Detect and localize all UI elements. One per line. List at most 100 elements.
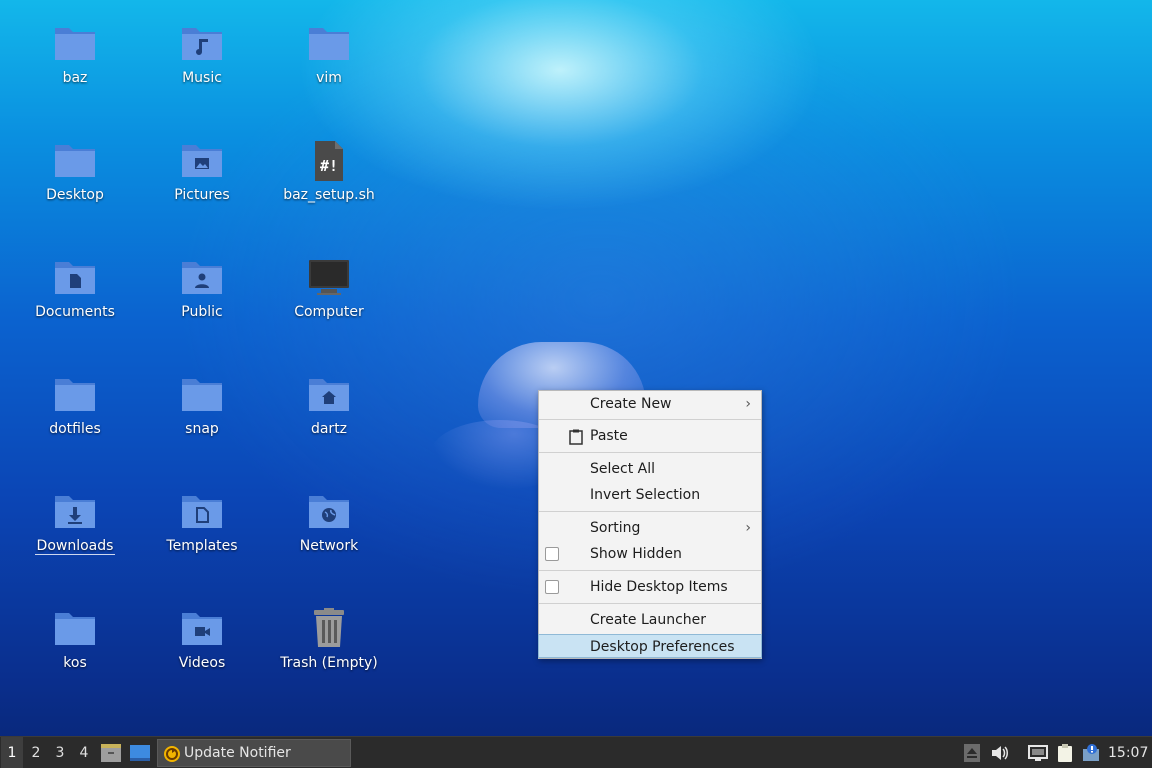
clipboard-icon (569, 424, 583, 453)
workspace-2-button[interactable]: 2 (25, 737, 47, 768)
desktop-icon-baz[interactable]: baz (20, 22, 130, 86)
script-file-icon: #! (307, 139, 351, 183)
desktop-icon-label: Pictures (174, 187, 230, 203)
menu-item-label: Hide Desktop Items (590, 579, 728, 595)
update-notifier-icon (163, 745, 181, 763)
update-notification-icon[interactable] (1082, 743, 1102, 763)
desktop-icon-label: Documents (35, 304, 115, 320)
desktop-icon-vim[interactable]: vim (274, 22, 384, 86)
menu-separator (539, 570, 761, 571)
desktop-icon-baz-setup-sh[interactable]: #! baz_setup.sh (274, 139, 384, 203)
desktop-icon-music[interactable]: Music (147, 22, 257, 86)
desktop-icon-templates[interactable]: Templates (147, 490, 257, 554)
menu-item-label: Show Hidden (590, 546, 682, 562)
folder-icon (53, 22, 97, 66)
menu-item-create-launcher[interactable]: Create Launcher (539, 608, 761, 632)
menu-item-paste[interactable]: Paste (539, 424, 761, 448)
desktop-icon-label: Music (182, 70, 222, 86)
menu-item-invert-selection[interactable]: Invert Selection (539, 483, 761, 507)
desktop-icon-snap[interactable]: snap (147, 373, 257, 437)
show-hidden-checkbox[interactable] (545, 547, 559, 561)
folder-icon (53, 373, 97, 417)
svg-text:#!: #! (320, 157, 338, 175)
menu-item-select-all[interactable]: Select All (539, 457, 761, 481)
desktop-icon-label: Public (181, 304, 223, 320)
menu-item-label: Create New (590, 396, 672, 412)
folder-documents-icon (53, 256, 97, 300)
taskbar: 1 2 3 4 Update Notifier 15:07 (0, 736, 1152, 768)
show-desktop-icon[interactable] (128, 741, 152, 765)
desktop-icon-label: vim (316, 70, 342, 86)
desktop-icon-label: baz (62, 70, 88, 86)
clock[interactable]: 15:07 (1108, 737, 1148, 768)
desktop-icon-computer[interactable]: Computer (274, 256, 384, 320)
folder-music-icon (180, 22, 224, 66)
submenu-arrow-icon: › (745, 520, 751, 536)
menu-item-hide-desktop-items[interactable]: Hide Desktop Items (539, 575, 761, 599)
menu-item-label: Sorting (590, 520, 641, 536)
workspace-3-button[interactable]: 3 (49, 737, 71, 768)
menu-item-desktop-preferences[interactable]: Desktop Preferences (538, 634, 762, 658)
menu-item-show-hidden[interactable]: Show Hidden (539, 542, 761, 566)
file-manager-launcher-icon[interactable] (99, 741, 123, 765)
taskbar-task-update-notifier[interactable]: Update Notifier (157, 739, 351, 767)
folder-icon (307, 22, 351, 66)
menu-item-create-new[interactable]: Create New › (539, 392, 761, 416)
folder-icon (53, 139, 97, 183)
desktop-icon-label: dotfiles (49, 421, 101, 437)
desktop-icon-pictures[interactable]: Pictures (147, 139, 257, 203)
menu-item-label: Select All (590, 461, 655, 477)
desktop-icon-label: snap (185, 421, 219, 437)
menu-item-sorting[interactable]: Sorting › (539, 516, 761, 540)
folder-pictures-icon (180, 139, 224, 183)
menu-item-label: Create Launcher (590, 612, 707, 628)
desktop-icon-downloads[interactable]: Downloads (20, 490, 130, 555)
desktop-icon-label: kos (63, 655, 87, 671)
workspace-1-button[interactable]: 1 (1, 737, 23, 768)
desktop-icon-kos[interactable]: kos (20, 607, 130, 671)
desktop-icon-label: Trash (Empty) (280, 655, 378, 671)
task-label: Update Notifier (184, 745, 291, 761)
desktop-icon-label: Videos (178, 655, 226, 671)
menu-item-label: Desktop Preferences (590, 639, 735, 655)
folder-templates-icon (180, 490, 224, 534)
menu-separator (539, 419, 761, 420)
desktop-icon-label: Computer (294, 304, 364, 320)
desktop-icon-label: Desktop (46, 187, 104, 203)
volume-icon[interactable] (990, 743, 1010, 763)
folder-icon (53, 607, 97, 651)
menu-item-label: Paste (590, 428, 628, 444)
submenu-arrow-icon: › (745, 396, 751, 412)
desktop-icon-desktop[interactable]: Desktop (20, 139, 130, 203)
desktop-icon-label: Templates (166, 538, 238, 554)
folder-videos-icon (180, 607, 224, 651)
trash-icon (307, 607, 351, 651)
desktop-area[interactable]: baz Desktop Documents dotfiles Downloads… (0, 0, 1152, 736)
desktop-icon-network[interactable]: Network (274, 490, 384, 554)
clipboard-manager-icon[interactable] (1055, 743, 1075, 763)
desktop-icon-dotfiles[interactable]: dotfiles (20, 373, 130, 437)
folder-home-icon (307, 373, 351, 417)
desktop-icon-label: baz_setup.sh (283, 187, 375, 203)
menu-separator (539, 603, 761, 604)
folder-icon (180, 373, 224, 417)
desktop-icon-videos[interactable]: Videos (147, 607, 257, 671)
eject-icon[interactable] (962, 743, 982, 763)
desktop-icon-dartz[interactable]: dartz (274, 373, 384, 437)
desktop-icon-trash[interactable]: Trash (Empty) (274, 607, 384, 671)
menu-item-label: Invert Selection (590, 487, 701, 503)
workspace-4-button[interactable]: 4 (73, 737, 95, 768)
desktop-icon-label: Network (299, 538, 359, 554)
desktop-icon-label: dartz (310, 421, 348, 437)
hide-desktop-items-checkbox[interactable] (545, 580, 559, 594)
folder-public-icon (180, 256, 224, 300)
folder-network-icon (307, 490, 351, 534)
desktop-icon-label: Downloads (34, 538, 116, 555)
menu-separator (539, 511, 761, 512)
computer-icon (307, 256, 351, 300)
network-connection-icon[interactable] (1028, 743, 1048, 763)
desktop-icon-documents[interactable]: Documents (20, 256, 130, 320)
desktop-icon-public[interactable]: Public (147, 256, 257, 320)
menu-separator (539, 452, 761, 453)
desktop-context-menu: Create New › Paste Select All Invert Sel… (538, 390, 762, 659)
